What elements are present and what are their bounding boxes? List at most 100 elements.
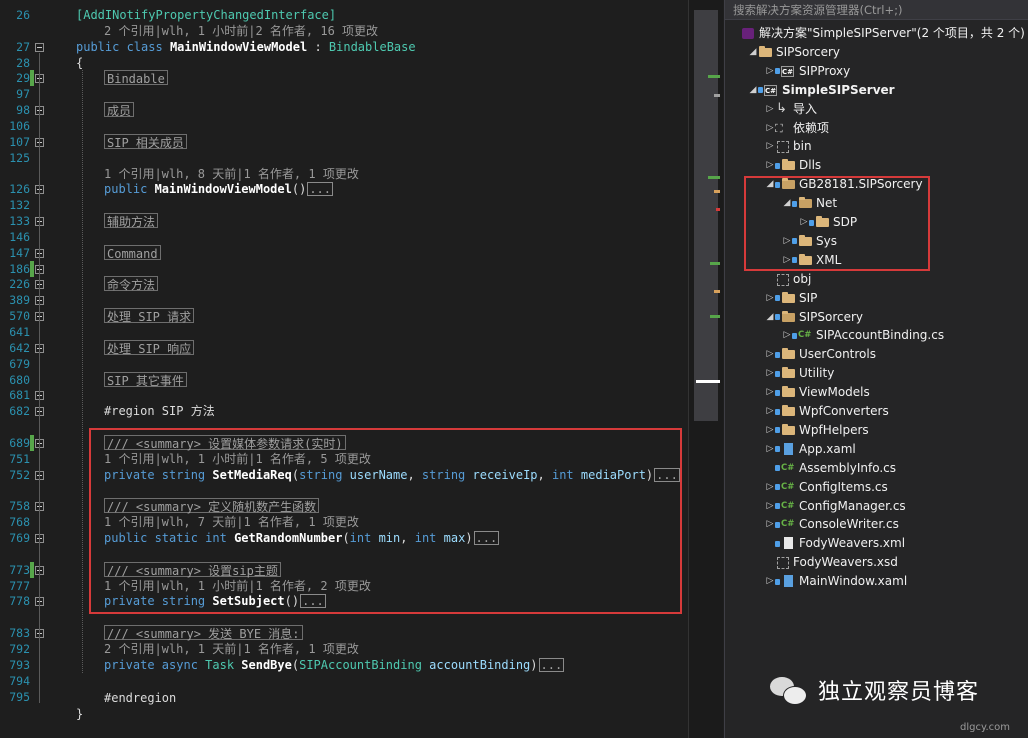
tree-item[interactable]: ▷ ConfigItems.cs — [765, 478, 888, 497]
tree-item[interactable]: ▷ 依赖项 — [765, 119, 829, 138]
summary-collapsed[interactable]: /// <summary> 发送 BYE 消息: — [104, 625, 303, 641]
expand-arrow-icon[interactable]: ▷ — [765, 119, 775, 138]
collapsed-region[interactable]: 处理 SIP 请求 — [104, 308, 195, 324]
watermark-url: dlgcy.com — [960, 722, 1010, 733]
tree-item[interactable]: ▷ 导入 — [765, 99, 817, 119]
lock-icon — [775, 370, 780, 377]
tree-item[interactable]: ▷ SIPProxy — [765, 62, 851, 81]
tree-item[interactable]: ▷ Utility — [765, 364, 835, 383]
attribute-line: [AddINotifyPropertyChangedInterface] — [76, 7, 336, 23]
tree-item-label: FodyWeavers.xsd — [793, 555, 898, 570]
code-editor[interactable]: 26 27 28 29 97 98 106 107 125 126 132 133 146 147 186 2… — [0, 0, 688, 738]
tree-item[interactable]: ▷ ViewModels — [765, 383, 870, 402]
tree-item[interactable]: ▷ WpfConverters — [765, 402, 889, 421]
expand-arrow-icon[interactable]: ▷ — [765, 156, 775, 175]
tree-item[interactable]: ▷ bin — [765, 137, 812, 156]
collapse-arrow-icon[interactable]: ◢ — [748, 81, 758, 100]
line-number: 758 — [9, 499, 30, 514]
tree-item[interactable]: ◢ SIPSorcery — [765, 308, 864, 327]
expand-arrow-icon[interactable]: ▷ — [765, 100, 775, 119]
keyword: public — [104, 182, 155, 197]
region-directive: #region SIP 方法 — [104, 404, 215, 419]
collapse-arrow-icon[interactable]: ◢ — [765, 308, 775, 327]
tree-item[interactable]: ◢ SIPSorcery — [748, 43, 841, 62]
collapsed-region[interactable]: 处理 SIP 响应 — [104, 339, 195, 356]
hidden-folder-icon — [775, 270, 789, 289]
lock-icon — [775, 503, 780, 509]
collapsed-region[interactable]: SIP 相关成员 — [104, 133, 187, 150]
change-marker — [30, 260, 34, 277]
expand-arrow-icon[interactable]: ▷ — [765, 497, 775, 516]
lock-icon — [775, 295, 780, 302]
class-name: MainWindowViewModel — [169, 39, 308, 54]
collapsed-region[interactable]: SIP 其它事件 — [104, 371, 187, 388]
hidden-folder-icon — [775, 137, 789, 156]
highlight-box-methods — [89, 428, 682, 614]
expand-arrow-icon[interactable]: ▷ — [765, 364, 775, 383]
line-number: 769 — [9, 531, 30, 546]
expand-arrow-icon[interactable]: ▷ — [765, 478, 775, 497]
line-number: 751 — [9, 451, 30, 466]
tree-item[interactable]: FodyWeavers.xml — [765, 534, 905, 553]
collapsed-region[interactable]: 命令方法 — [104, 276, 159, 292]
tree-item-label: App.xaml — [799, 441, 856, 456]
outline-line — [39, 52, 40, 703]
expand-arrow-icon[interactable]: ▷ — [782, 326, 792, 345]
csharp-file-icon — [781, 478, 795, 497]
lock-icon — [775, 484, 780, 491]
xaml-file-icon — [781, 572, 795, 591]
tree-item-label: WpfConverters — [799, 404, 889, 418]
tree-item[interactable]: ▷ App.xaml — [765, 440, 856, 459]
expand-arrow-icon[interactable]: ▷ — [765, 402, 775, 421]
collapse-arrow-icon[interactable]: ◢ — [748, 43, 758, 62]
collapsed-region[interactable]: Command — [104, 244, 161, 261]
collapsed-body-button[interactable]: ... — [307, 182, 333, 197]
expand-arrow-icon[interactable]: ▷ — [765, 345, 775, 364]
tree-item[interactable]: ▷ MainWindow.xaml — [765, 572, 908, 591]
collapsed-region[interactable]: 辅助方法 — [104, 213, 159, 229]
line-number: 28 — [16, 55, 30, 70]
lock-icon — [775, 578, 780, 585]
collapsed-region[interactable]: Bindable — [104, 70, 168, 86]
tree-item[interactable]: ▷ SIP — [765, 289, 818, 308]
expand-arrow-icon[interactable]: ▷ — [765, 515, 775, 534]
expand-arrow-icon[interactable]: ▷ — [765, 62, 775, 81]
tree-item[interactable]: 解决方案"SimpleSIPServer"(2 个项目，共 2 个) — [731, 24, 1025, 43]
watermark-text: 独立观察员博客 — [818, 680, 980, 705]
tree-item[interactable]: ◢ SimpleSIPServer — [748, 81, 895, 100]
expand-arrow-icon[interactable]: ▷ — [765, 421, 775, 440]
line-number: 680 — [9, 372, 30, 387]
tree-item[interactable]: AssemblyInfo.cs — [765, 459, 896, 478]
lock-icon — [775, 408, 780, 415]
tree-item[interactable]: ▷ ConfigManager.cs — [765, 497, 906, 516]
tree-item[interactable]: ▷ Dlls — [765, 156, 822, 175]
collapsed-body-button[interactable]: ... — [538, 657, 565, 672]
keyword: async — [161, 657, 206, 672]
tree-item-label: SIPProxy — [799, 63, 851, 78]
collapse-icon[interactable] — [35, 42, 44, 52]
scrollbar-thumb[interactable] — [694, 10, 718, 421]
tree-item[interactable]: obj — [765, 270, 811, 289]
lock-icon — [775, 427, 780, 434]
expand-arrow-icon[interactable]: ▷ — [765, 289, 775, 308]
solution-icon — [741, 24, 755, 43]
scrollbar-marker — [710, 315, 720, 318]
tree-item[interactable]: FodyWeavers.xsd — [765, 553, 898, 572]
solution-explorer-search-input[interactable]: 搜索解决方案资源管理器(Ctrl+;) — [725, 0, 1028, 20]
expand-arrow-icon[interactable]: ▷ — [765, 383, 775, 402]
expand-arrow-icon[interactable]: ▷ — [765, 572, 775, 591]
vertical-scrollbar-map[interactable] — [688, 0, 723, 738]
tree-item[interactable]: ▷ ConsoleWriter.cs — [765, 515, 899, 534]
folder-icon — [781, 289, 795, 308]
expand-arrow-icon[interactable]: ▷ — [765, 440, 775, 459]
folder-open-icon — [781, 308, 795, 327]
tree-item[interactable]: ▷ WpfHelpers — [765, 421, 869, 440]
collapsed-region[interactable]: 成员 — [104, 102, 135, 118]
line-number: 146 — [9, 229, 30, 244]
tree-item[interactable]: ▷ UserControls — [765, 345, 876, 364]
csharp-file-icon — [781, 515, 795, 534]
csharp-file-icon — [798, 326, 812, 345]
tree-item-label: FodyWeavers.xml — [799, 536, 906, 551]
expand-arrow-icon[interactable]: ▷ — [765, 137, 775, 156]
tree-item[interactable]: ▷ SIPAccountBinding.cs — [782, 326, 945, 345]
